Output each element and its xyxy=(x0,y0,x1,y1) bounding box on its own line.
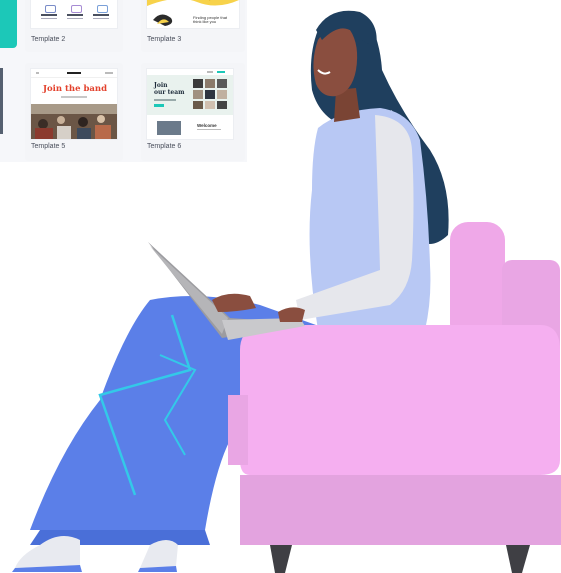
chair-back xyxy=(450,222,505,342)
chair-arm-front xyxy=(240,325,560,475)
right-hand xyxy=(278,307,305,322)
woman-with-laptop-illustration xyxy=(12,10,561,573)
chair-arm-side xyxy=(228,395,248,465)
left-shoe xyxy=(15,536,80,568)
app-canvas: Template 2 Finding people that think lik… xyxy=(0,0,561,573)
chair-leg-left xyxy=(270,545,292,573)
chair-leg-right xyxy=(506,545,530,573)
chair-base xyxy=(240,475,561,545)
